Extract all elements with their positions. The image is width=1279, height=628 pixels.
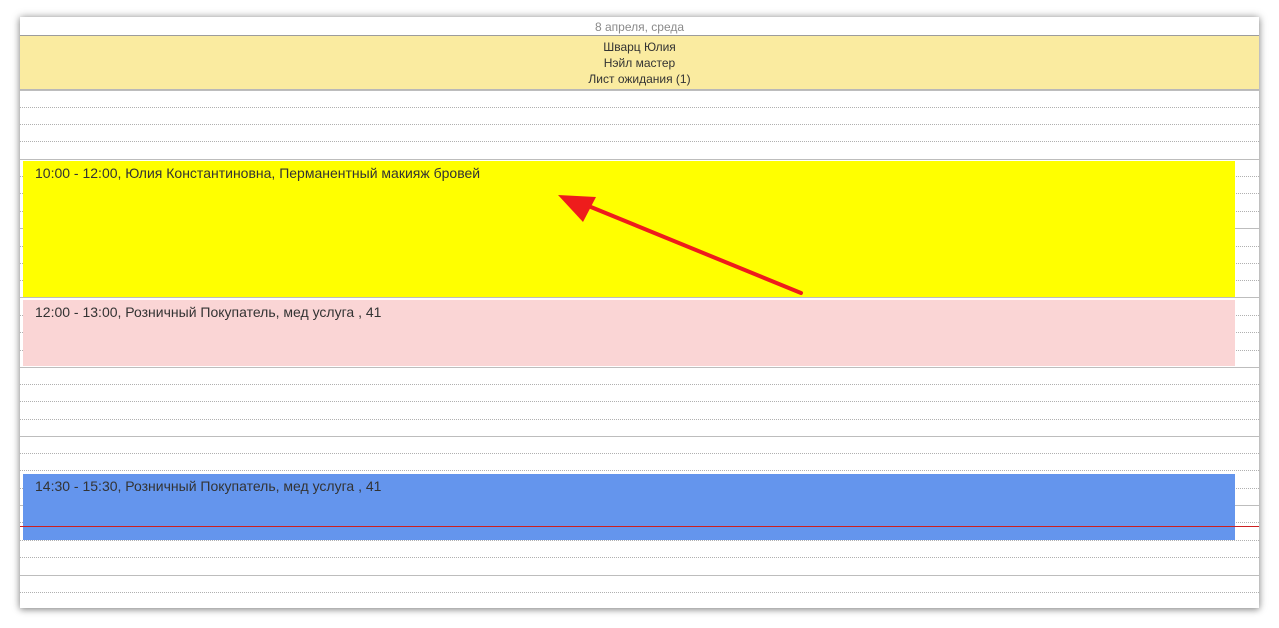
grid-line [20, 297, 1259, 298]
grid-line [20, 401, 1259, 402]
grid-line [20, 107, 1259, 108]
appointment-label: 14:30 - 15:30, Розничный Покупатель, мед… [35, 478, 382, 494]
grid-line [20, 470, 1259, 471]
grid-line [20, 90, 1259, 91]
time-grid[interactable]: 10:00 - 12:00, Юлия Константиновна, Перм… [20, 90, 1259, 608]
appointment-block[interactable]: 14:30 - 15:30, Розничный Покупатель, мед… [23, 474, 1235, 540]
appointment-label: 12:00 - 13:00, Розничный Покупатель, мед… [35, 304, 382, 320]
grid-line [20, 557, 1259, 558]
waitlist-link[interactable]: Лист ожидания (1) [20, 71, 1259, 87]
grid-line [20, 141, 1259, 142]
grid-line [20, 367, 1259, 368]
grid-line [20, 540, 1259, 541]
master-column-header[interactable]: Шварц Юлия Нэйл мастер Лист ожидания (1) [20, 36, 1259, 90]
master-role: Нэйл мастер [603, 56, 676, 70]
grid-line [20, 453, 1259, 454]
appointment-block[interactable]: 12:00 - 13:00, Розничный Покупатель, мед… [23, 300, 1235, 366]
appointment-block[interactable]: 10:00 - 12:00, Юлия Константиновна, Перм… [23, 161, 1235, 297]
appointment-label: 10:00 - 12:00, Юлия Константиновна, Перм… [35, 165, 481, 181]
calendar-day-view: 8 апреля, среда Шварц Юлия Нэйл мастер Л… [20, 17, 1259, 608]
grid-line [20, 436, 1259, 437]
grid-line [20, 592, 1259, 593]
current-time-line [20, 526, 1259, 527]
master-name: Шварц Юлия [603, 40, 676, 54]
grid-line [20, 124, 1259, 125]
date-header: 8 апреля, среда [20, 17, 1259, 36]
grid-line [20, 419, 1259, 420]
grid-line [20, 384, 1259, 385]
grid-line [20, 575, 1259, 576]
grid-line [20, 159, 1259, 160]
